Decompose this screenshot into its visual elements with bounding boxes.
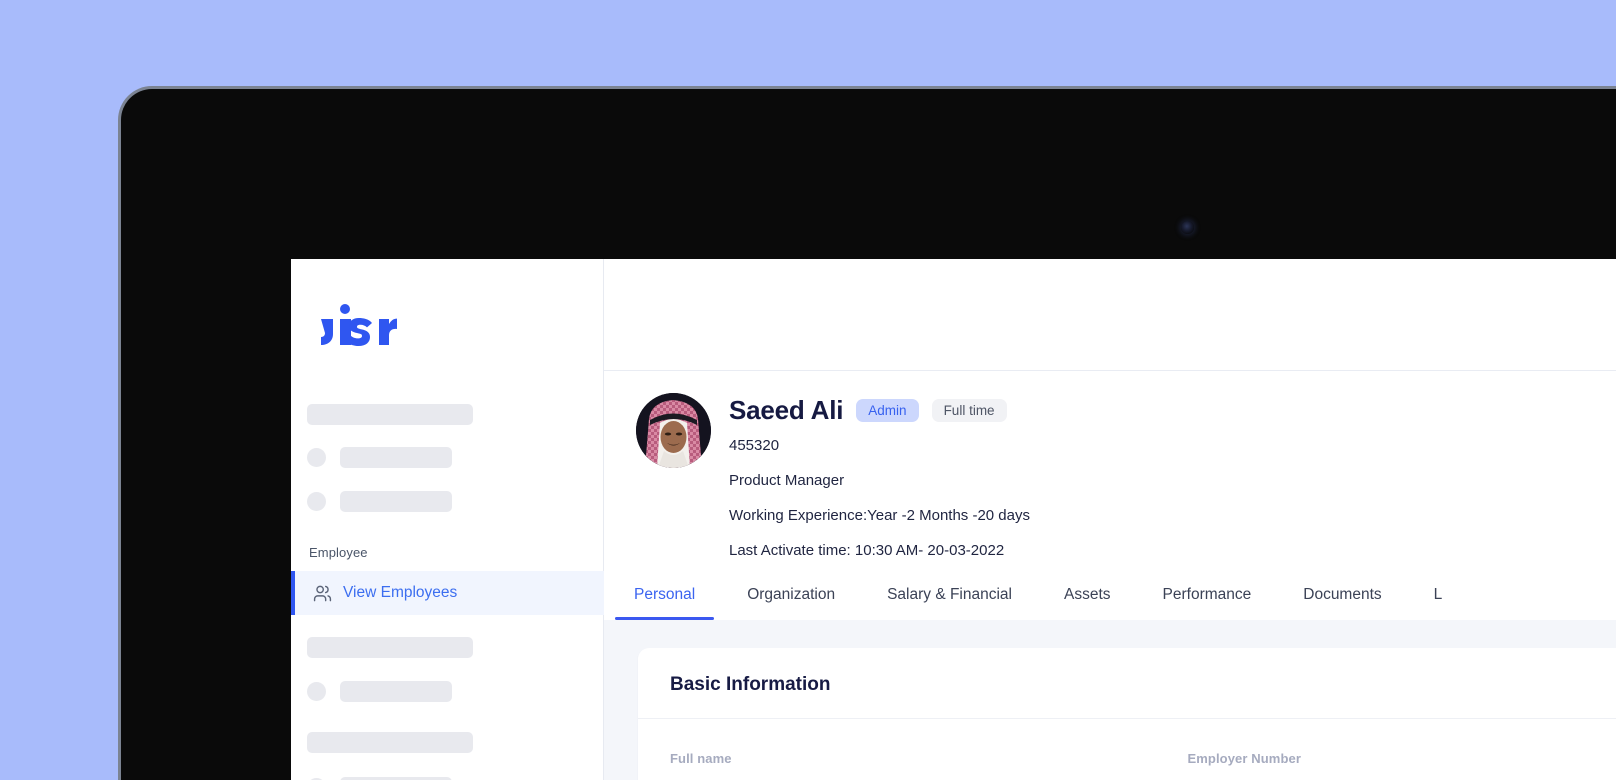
basic-information-card: Basic Information Full name Saeed Ali Em… (638, 648, 1616, 780)
field-label: Full name (670, 751, 732, 766)
tab-content: Basic Information Full name Saeed Ali Em… (604, 620, 1616, 780)
sidebar-skeleton-group-1 (291, 404, 603, 512)
users-icon (313, 584, 332, 603)
tab-salary-financial[interactable]: Salary & Financial (887, 578, 1012, 620)
field-full-name: Full name Saeed Ali (670, 751, 1188, 780)
status-badge-employment-type: Full time (931, 398, 1007, 423)
skeleton-dot (307, 682, 326, 701)
tab-assets[interactable]: Assets (1064, 578, 1111, 620)
skeleton-row (307, 447, 603, 468)
jisr-logo[interactable] (319, 301, 397, 346)
sidebar-skeleton-group-2 (291, 637, 603, 702)
field-employer-number: Employer Number 700780 (1188, 751, 1616, 780)
tab-bar: Personal Organization Salary & Financial… (604, 578, 1616, 620)
last-activate-time: Last Activate time: 10:30 AM- 20-03-2022 (729, 542, 1005, 559)
tab-organization[interactable]: Organization (747, 578, 835, 620)
app-screen: Employee View Employees Saeed Ali Admin … (291, 259, 1616, 780)
skeleton-bar (340, 681, 452, 702)
sidebar-skeleton-group-3 (291, 732, 603, 780)
skeleton-bar (307, 732, 473, 753)
webcam-dot (1181, 221, 1194, 234)
card-title: Basic Information (670, 674, 831, 695)
main-panel: Saeed Ali Admin Full time 455320 Product… (604, 259, 1616, 780)
skeleton-dot (307, 492, 326, 511)
status-badge-admin: Admin (856, 398, 919, 423)
skeleton-bar (307, 404, 473, 425)
profile-header: Saeed Ali Admin Full time 455320 Product… (604, 371, 1616, 566)
sidebar-item-label: View Employees (343, 584, 458, 601)
working-experience: Working Experience:Year -2 Months -20 da… (729, 507, 1030, 524)
tab-performance[interactable]: Performance (1163, 578, 1252, 620)
skeleton-row (307, 681, 603, 702)
employee-id: 455320 (729, 437, 780, 454)
laptop-device: Employee View Employees Saeed Ali Admin … (118, 86, 1616, 780)
field-label: Employer Number (1187, 751, 1301, 766)
sidebar-item-view-employees[interactable]: View Employees (291, 571, 604, 615)
tab-personal[interactable]: Personal (614, 578, 715, 620)
top-bar (604, 259, 1616, 371)
skeleton-bar (307, 637, 473, 658)
job-title: Product Manager (729, 472, 845, 489)
sidebar: Employee View Employees (291, 259, 604, 780)
card-header: Basic Information (638, 648, 1616, 719)
skeleton-bar (340, 447, 452, 468)
field-grid: Full name Saeed Ali Employer Number 7007… (638, 719, 1616, 780)
sidebar-section-label: Employee (309, 545, 368, 560)
skeleton-bar (340, 491, 452, 512)
avatar[interactable] (636, 393, 711, 468)
skeleton-dot (307, 448, 326, 467)
skeleton-row (307, 491, 603, 512)
tab-documents[interactable]: Documents (1303, 578, 1381, 620)
page-title: Saeed Ali (729, 395, 844, 425)
profile-info: Saeed Ali Admin Full time 455320 Product… (729, 393, 1030, 566)
profile-name-row: Saeed Ali Admin Full time (729, 395, 1030, 426)
tab-leaves[interactable]: L (1434, 578, 1443, 620)
